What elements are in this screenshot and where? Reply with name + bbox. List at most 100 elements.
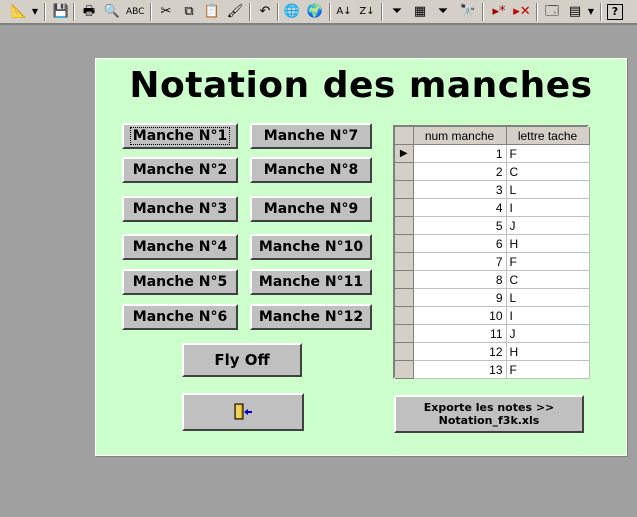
cell-num-manche[interactable]: 8 bbox=[413, 270, 507, 289]
table-row[interactable]: 8C bbox=[395, 270, 590, 289]
table-row[interactable]: 11 J bbox=[395, 324, 590, 343]
print-preview-icon[interactable]: 🔍 bbox=[103, 3, 121, 21]
cell-lettre-tache[interactable]: H bbox=[506, 234, 590, 253]
apply-filter-icon[interactable]: ⏷ bbox=[434, 3, 452, 21]
copy-icon[interactable]: ⧉ bbox=[180, 3, 198, 21]
cell-num-manche[interactable]: 5 bbox=[413, 216, 507, 235]
format-painter-icon[interactable]: 🖌 bbox=[226, 3, 244, 21]
paste-icon[interactable]: 📋 bbox=[203, 3, 221, 21]
cell-num-manche[interactable]: 1 bbox=[413, 144, 507, 163]
cell-lettre-tache[interactable]: H bbox=[506, 342, 590, 361]
manche-3-button[interactable]: Manche N°3 bbox=[122, 196, 238, 222]
spelling-icon[interactable]: ABC bbox=[126, 3, 144, 21]
sort-descending-icon[interactable]: Z↓ bbox=[358, 3, 376, 21]
exit-button[interactable] bbox=[182, 393, 304, 431]
toolbar-separator bbox=[73, 3, 75, 21]
cell-lettre-tache[interactable]: F bbox=[506, 252, 590, 271]
find-icon[interactable]: 🔭 bbox=[459, 3, 477, 21]
hyperlink-icon[interactable]: 🌐 bbox=[283, 3, 301, 21]
manche-12-button[interactable]: Manche N°12 bbox=[250, 304, 372, 330]
cell-num-manche[interactable]: 11 bbox=[413, 324, 507, 343]
cell-lettre-tache[interactable]: I bbox=[506, 306, 590, 325]
cell-num-manche[interactable]: 12 bbox=[413, 342, 507, 361]
manche-1-button[interactable]: Manche N°1 bbox=[122, 123, 238, 149]
manche-4-button[interactable]: Manche N°4 bbox=[122, 234, 238, 260]
delete-record-icon[interactable]: ▸✕ bbox=[513, 3, 531, 21]
record-selector[interactable] bbox=[395, 198, 414, 217]
cell-num-manche[interactable]: 3 bbox=[413, 180, 507, 199]
table-row[interactable]: 6H bbox=[395, 234, 590, 253]
new-object-icon[interactable]: ▤ bbox=[566, 3, 584, 21]
filter-by-selection-icon[interactable]: ⏷ bbox=[388, 3, 406, 21]
cell-lettre-tache[interactable]: L bbox=[506, 180, 590, 199]
column-header-lettre-tache[interactable]: lettre tache bbox=[506, 127, 590, 145]
web-toolbar-icon[interactable]: 🌍 bbox=[306, 3, 324, 21]
table-row[interactable]: 12 H bbox=[395, 342, 590, 361]
table-row[interactable]: 7F bbox=[395, 252, 590, 271]
undo-icon[interactable]: ↶ bbox=[256, 3, 274, 21]
cell-num-manche[interactable]: 10 bbox=[413, 306, 507, 325]
chevron-down-icon[interactable]: ▼ bbox=[30, 3, 40, 21]
cell-lettre-tache[interactable]: L bbox=[506, 288, 590, 307]
filter-by-form-icon[interactable]: ▦ bbox=[411, 3, 429, 21]
cell-num-manche[interactable]: 13 bbox=[413, 360, 507, 379]
record-selector[interactable] bbox=[395, 360, 414, 379]
fly-off-button[interactable]: Fly Off bbox=[182, 343, 302, 377]
manche-5-button[interactable]: Manche N°5 bbox=[122, 269, 238, 295]
manche-10-button[interactable]: Manche N°10 bbox=[250, 234, 372, 260]
sort-ascending-icon[interactable]: A↓ bbox=[335, 3, 353, 21]
table-row[interactable]: 2C bbox=[395, 162, 590, 181]
manche-7-button[interactable]: Manche N°7 bbox=[250, 123, 372, 149]
record-selector[interactable] bbox=[395, 270, 414, 289]
design-view-icon[interactable]: 📐 bbox=[10, 3, 28, 21]
record-selector[interactable] bbox=[395, 342, 414, 361]
manche-6-button[interactable]: Manche N°6 bbox=[122, 304, 238, 330]
record-selector[interactable] bbox=[395, 306, 414, 325]
cell-lettre-tache[interactable]: I bbox=[506, 198, 590, 217]
cell-num-manche[interactable]: 7 bbox=[413, 252, 507, 271]
record-selector[interactable] bbox=[395, 288, 414, 307]
cell-num-manche[interactable]: 6 bbox=[413, 234, 507, 253]
save-icon[interactable]: 💾 bbox=[52, 3, 70, 21]
manche-8-button[interactable]: Manche N°8 bbox=[250, 157, 372, 183]
cell-num-manche[interactable]: 9 bbox=[413, 288, 507, 307]
table-row[interactable]: 3L bbox=[395, 180, 590, 199]
table-row[interactable]: 4I bbox=[395, 198, 590, 217]
record-selector[interactable] bbox=[395, 162, 414, 181]
export-notes-button[interactable]: Exporte les notes >> Notation_f3k.xls bbox=[394, 395, 584, 433]
cell-lettre-tache[interactable]: C bbox=[506, 162, 590, 181]
table-row[interactable]: 13 F bbox=[395, 360, 590, 379]
cell-lettre-tache[interactable]: F bbox=[506, 360, 590, 379]
help-icon[interactable]: ? bbox=[607, 4, 623, 20]
cell-lettre-tache[interactable]: J bbox=[506, 216, 590, 235]
record-selector[interactable] bbox=[395, 324, 414, 343]
table-row[interactable]: 9L bbox=[395, 288, 590, 307]
cell-lettre-tache[interactable]: F bbox=[506, 144, 590, 163]
cell-num-manche[interactable]: 2 bbox=[413, 162, 507, 181]
record-selector[interactable] bbox=[395, 252, 414, 271]
toolbar-separator bbox=[600, 3, 602, 21]
column-header-num-manche[interactable]: num manche bbox=[413, 127, 507, 145]
table-row[interactable]: ▶ 1 F bbox=[395, 144, 590, 163]
print-icon[interactable]: 🖶 bbox=[80, 3, 98, 21]
cut-icon[interactable]: ✂ bbox=[157, 3, 175, 21]
cell-num-manche[interactable]: 4 bbox=[413, 198, 507, 217]
record-selector[interactable] bbox=[395, 234, 414, 253]
manche-2-button[interactable]: Manche N°2 bbox=[122, 157, 238, 183]
properties-icon[interactable]: 🗔 bbox=[543, 3, 561, 21]
select-all-cell[interactable] bbox=[395, 127, 414, 145]
record-selector[interactable] bbox=[395, 180, 414, 199]
toolbar-separator bbox=[150, 3, 152, 21]
cell-lettre-tache[interactable]: C bbox=[506, 270, 590, 289]
record-selector[interactable] bbox=[395, 216, 414, 235]
datasheet-subform[interactable]: num manche lettre tache ▶ 1 F 2 C 3 L 4 I 5 J 6 H 7 F 8… bbox=[393, 125, 590, 379]
new-record-icon[interactable]: ▸* bbox=[490, 3, 508, 21]
manche-11-button[interactable]: Manche N°11 bbox=[250, 269, 372, 295]
table-row[interactable]: 5J bbox=[395, 216, 590, 235]
table-row[interactable]: 10 I bbox=[395, 306, 590, 325]
record-selector[interactable]: ▶ bbox=[395, 144, 414, 163]
datasheet-table: num manche lettre tache ▶ 1 F 2 C 3 L 4 I 5 J 6 H 7 F 8… bbox=[395, 127, 590, 379]
manche-9-button[interactable]: Manche N°9 bbox=[250, 196, 372, 222]
cell-lettre-tache[interactable]: J bbox=[506, 324, 590, 343]
chevron-down-icon[interactable]: ▼ bbox=[586, 3, 596, 21]
